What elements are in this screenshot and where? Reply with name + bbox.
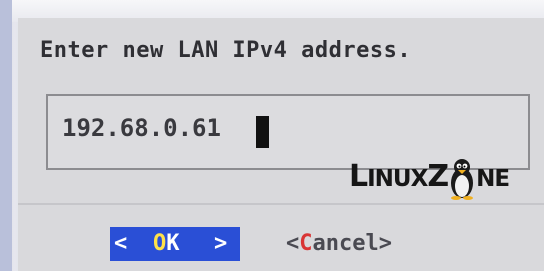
watermark-ne: NE xyxy=(476,166,510,192)
ok-button[interactable]: < OK > xyxy=(110,227,240,261)
cancel-close-bracket: > xyxy=(378,231,392,256)
ok-label-rest: K xyxy=(166,231,180,256)
ip-address-dialog: Enter new LAN IPv4 address. 192.68.0.61 … xyxy=(18,18,544,271)
screen-left-edge xyxy=(0,0,12,271)
cancel-open-bracket: < xyxy=(286,231,300,256)
cancel-label-rest: ancel xyxy=(312,231,379,256)
watermark-l: L xyxy=(349,159,368,194)
screen: Enter new LAN IPv4 address. 192.68.0.61 … xyxy=(0,0,544,271)
ok-label: OK xyxy=(153,227,180,261)
text-cursor xyxy=(256,116,269,148)
cancel-hotkey: C xyxy=(299,231,313,256)
ok-right-bracket: > xyxy=(214,231,228,256)
linuxzone-watermark: LINUXZ NE xyxy=(349,156,510,208)
ip-address-value: 192.68.0.61 xyxy=(62,114,221,142)
ok-hotkey: O xyxy=(153,231,167,256)
button-divider xyxy=(18,203,544,205)
watermark-z: Z xyxy=(427,159,449,194)
dialog-prompt: Enter new LAN IPv4 address. xyxy=(40,38,412,63)
cancel-button[interactable]: <Cancel> xyxy=(286,227,392,261)
watermark-inux: INUX xyxy=(367,166,428,192)
ok-left-bracket: < xyxy=(114,231,128,256)
penguin-icon xyxy=(447,156,477,200)
